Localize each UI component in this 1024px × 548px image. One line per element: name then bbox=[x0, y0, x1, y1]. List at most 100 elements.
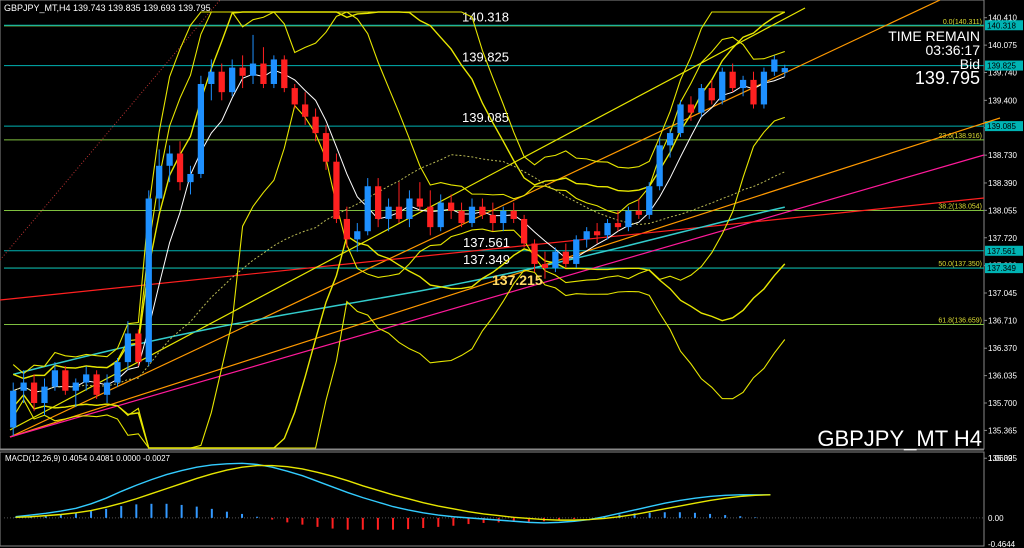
candle-body bbox=[468, 206, 476, 224]
candle-body bbox=[322, 133, 330, 162]
candle-body bbox=[520, 218, 528, 244]
candle-body bbox=[51, 370, 59, 387]
trend-line-dotted bbox=[0, 0, 221, 261]
price-chart: 140.410140.075139.740139.400139.065138.7… bbox=[0, 0, 1023, 548]
candle-body bbox=[291, 88, 298, 105]
bollinger-lower-short bbox=[12, 104, 785, 449]
candle-body bbox=[312, 116, 319, 134]
symbol-watermark: GBPJPY_MT H4 bbox=[817, 426, 982, 451]
candle-body bbox=[541, 263, 549, 269]
candle-body bbox=[781, 68, 788, 73]
candle-body bbox=[698, 88, 705, 113]
candle-body bbox=[72, 382, 79, 391]
axis-price-label: 140.318 bbox=[987, 21, 1016, 30]
chart-window: 140.410140.075139.740139.400139.065138.7… bbox=[0, 0, 1024, 548]
candle-body bbox=[354, 231, 361, 240]
axis-price-label: 139.085 bbox=[987, 122, 1016, 131]
candle-body bbox=[646, 186, 653, 215]
y-tick-label: 137.720 bbox=[988, 234, 1017, 243]
candle-body bbox=[719, 71, 726, 101]
signal-line bbox=[15, 464, 771, 521]
y-tick-label: 140.075 bbox=[988, 41, 1017, 50]
candle-body bbox=[395, 206, 403, 219]
candle-body bbox=[687, 104, 695, 113]
y-tick-label: 136.035 bbox=[988, 372, 1017, 381]
candle-body bbox=[135, 333, 142, 363]
candle-body bbox=[656, 145, 663, 187]
candle-body bbox=[385, 206, 392, 219]
y-tick-label: 138.730 bbox=[988, 151, 1017, 160]
y-tick-label: 136.710 bbox=[988, 316, 1017, 325]
candle-body bbox=[197, 83, 205, 174]
candle-body bbox=[771, 59, 778, 72]
y-tick-label: 137.045 bbox=[988, 289, 1017, 298]
bid-value: 139.795 bbox=[914, 68, 980, 88]
candle-body bbox=[364, 186, 371, 232]
candle-body bbox=[145, 198, 152, 363]
y-tick-label: 138.055 bbox=[988, 206, 1017, 215]
symbol-info-line: GBPJPY_MT,H4 139.743 139.835 139.693 139… bbox=[4, 3, 211, 13]
candle-body bbox=[62, 370, 69, 391]
candle-body bbox=[750, 79, 757, 105]
candle-body bbox=[229, 67, 236, 93]
level-caption: 139.085 bbox=[462, 110, 509, 125]
candle-body bbox=[573, 239, 580, 264]
candle-body bbox=[666, 133, 674, 146]
fib-label: 38.2(138.054) bbox=[938, 203, 982, 210]
candle-body bbox=[124, 333, 132, 363]
macd-tick-label: -0.4644 bbox=[988, 540, 1016, 548]
candle-body bbox=[30, 382, 38, 404]
level-caption: 139.825 bbox=[462, 50, 509, 65]
candle-body bbox=[166, 153, 173, 166]
y-tick-label: 138.390 bbox=[988, 179, 1017, 188]
candle-body bbox=[583, 231, 590, 240]
candle-body bbox=[479, 206, 486, 215]
candle-body bbox=[83, 374, 90, 383]
macd-frame bbox=[0, 451, 985, 547]
macd-title: MACD(12,26,9) 0.4054 0.4081 0.0000 -0.00… bbox=[5, 454, 171, 463]
candle-body bbox=[239, 67, 246, 76]
y-tick-label: 136.370 bbox=[988, 344, 1017, 353]
candle-body bbox=[406, 198, 413, 219]
candle-body bbox=[448, 202, 455, 211]
candle-body bbox=[249, 63, 257, 76]
candle-body bbox=[10, 390, 17, 428]
candle-body bbox=[375, 186, 382, 219]
candle-body bbox=[531, 243, 538, 264]
candle-body bbox=[604, 223, 611, 236]
candle-body bbox=[510, 210, 517, 219]
candle-body bbox=[208, 71, 215, 84]
axis-price-label: 137.349 bbox=[987, 264, 1016, 273]
macd-tick-label: 1.0639 bbox=[988, 454, 1013, 463]
axis-price-label: 137.561 bbox=[987, 247, 1016, 256]
candle-body bbox=[156, 165, 163, 199]
candle-body bbox=[500, 210, 507, 224]
candle-body bbox=[176, 153, 184, 183]
candle-body bbox=[20, 382, 27, 391]
fib-label: 61.8(136.659) bbox=[938, 318, 982, 325]
candle-body bbox=[103, 382, 111, 395]
low-price-annotation: 137.215 bbox=[492, 272, 543, 288]
y-tick-label: 139.400 bbox=[988, 96, 1017, 105]
y-tick-label: 135.365 bbox=[988, 426, 1017, 435]
candle-body bbox=[489, 214, 496, 224]
candle-body bbox=[625, 210, 632, 228]
macd-tick-label: 0.00 bbox=[988, 514, 1004, 523]
candle-body bbox=[593, 231, 601, 236]
candle-body bbox=[187, 173, 194, 183]
y-tick-label: 135.700 bbox=[988, 399, 1017, 408]
candle-body bbox=[218, 71, 225, 93]
level-caption: 140.318 bbox=[462, 9, 509, 24]
candle-body bbox=[93, 374, 100, 395]
candle-body bbox=[333, 161, 340, 219]
candle-body bbox=[729, 71, 736, 89]
candle-body bbox=[302, 104, 309, 117]
candle-body bbox=[552, 251, 559, 269]
candle-body bbox=[41, 386, 48, 404]
candle-body bbox=[677, 104, 684, 134]
candle-body bbox=[458, 210, 465, 224]
fib-label: 50.0(137.350) bbox=[938, 261, 982, 268]
candle-body bbox=[427, 206, 434, 228]
candle-body bbox=[437, 202, 444, 228]
candle-body bbox=[114, 362, 121, 383]
